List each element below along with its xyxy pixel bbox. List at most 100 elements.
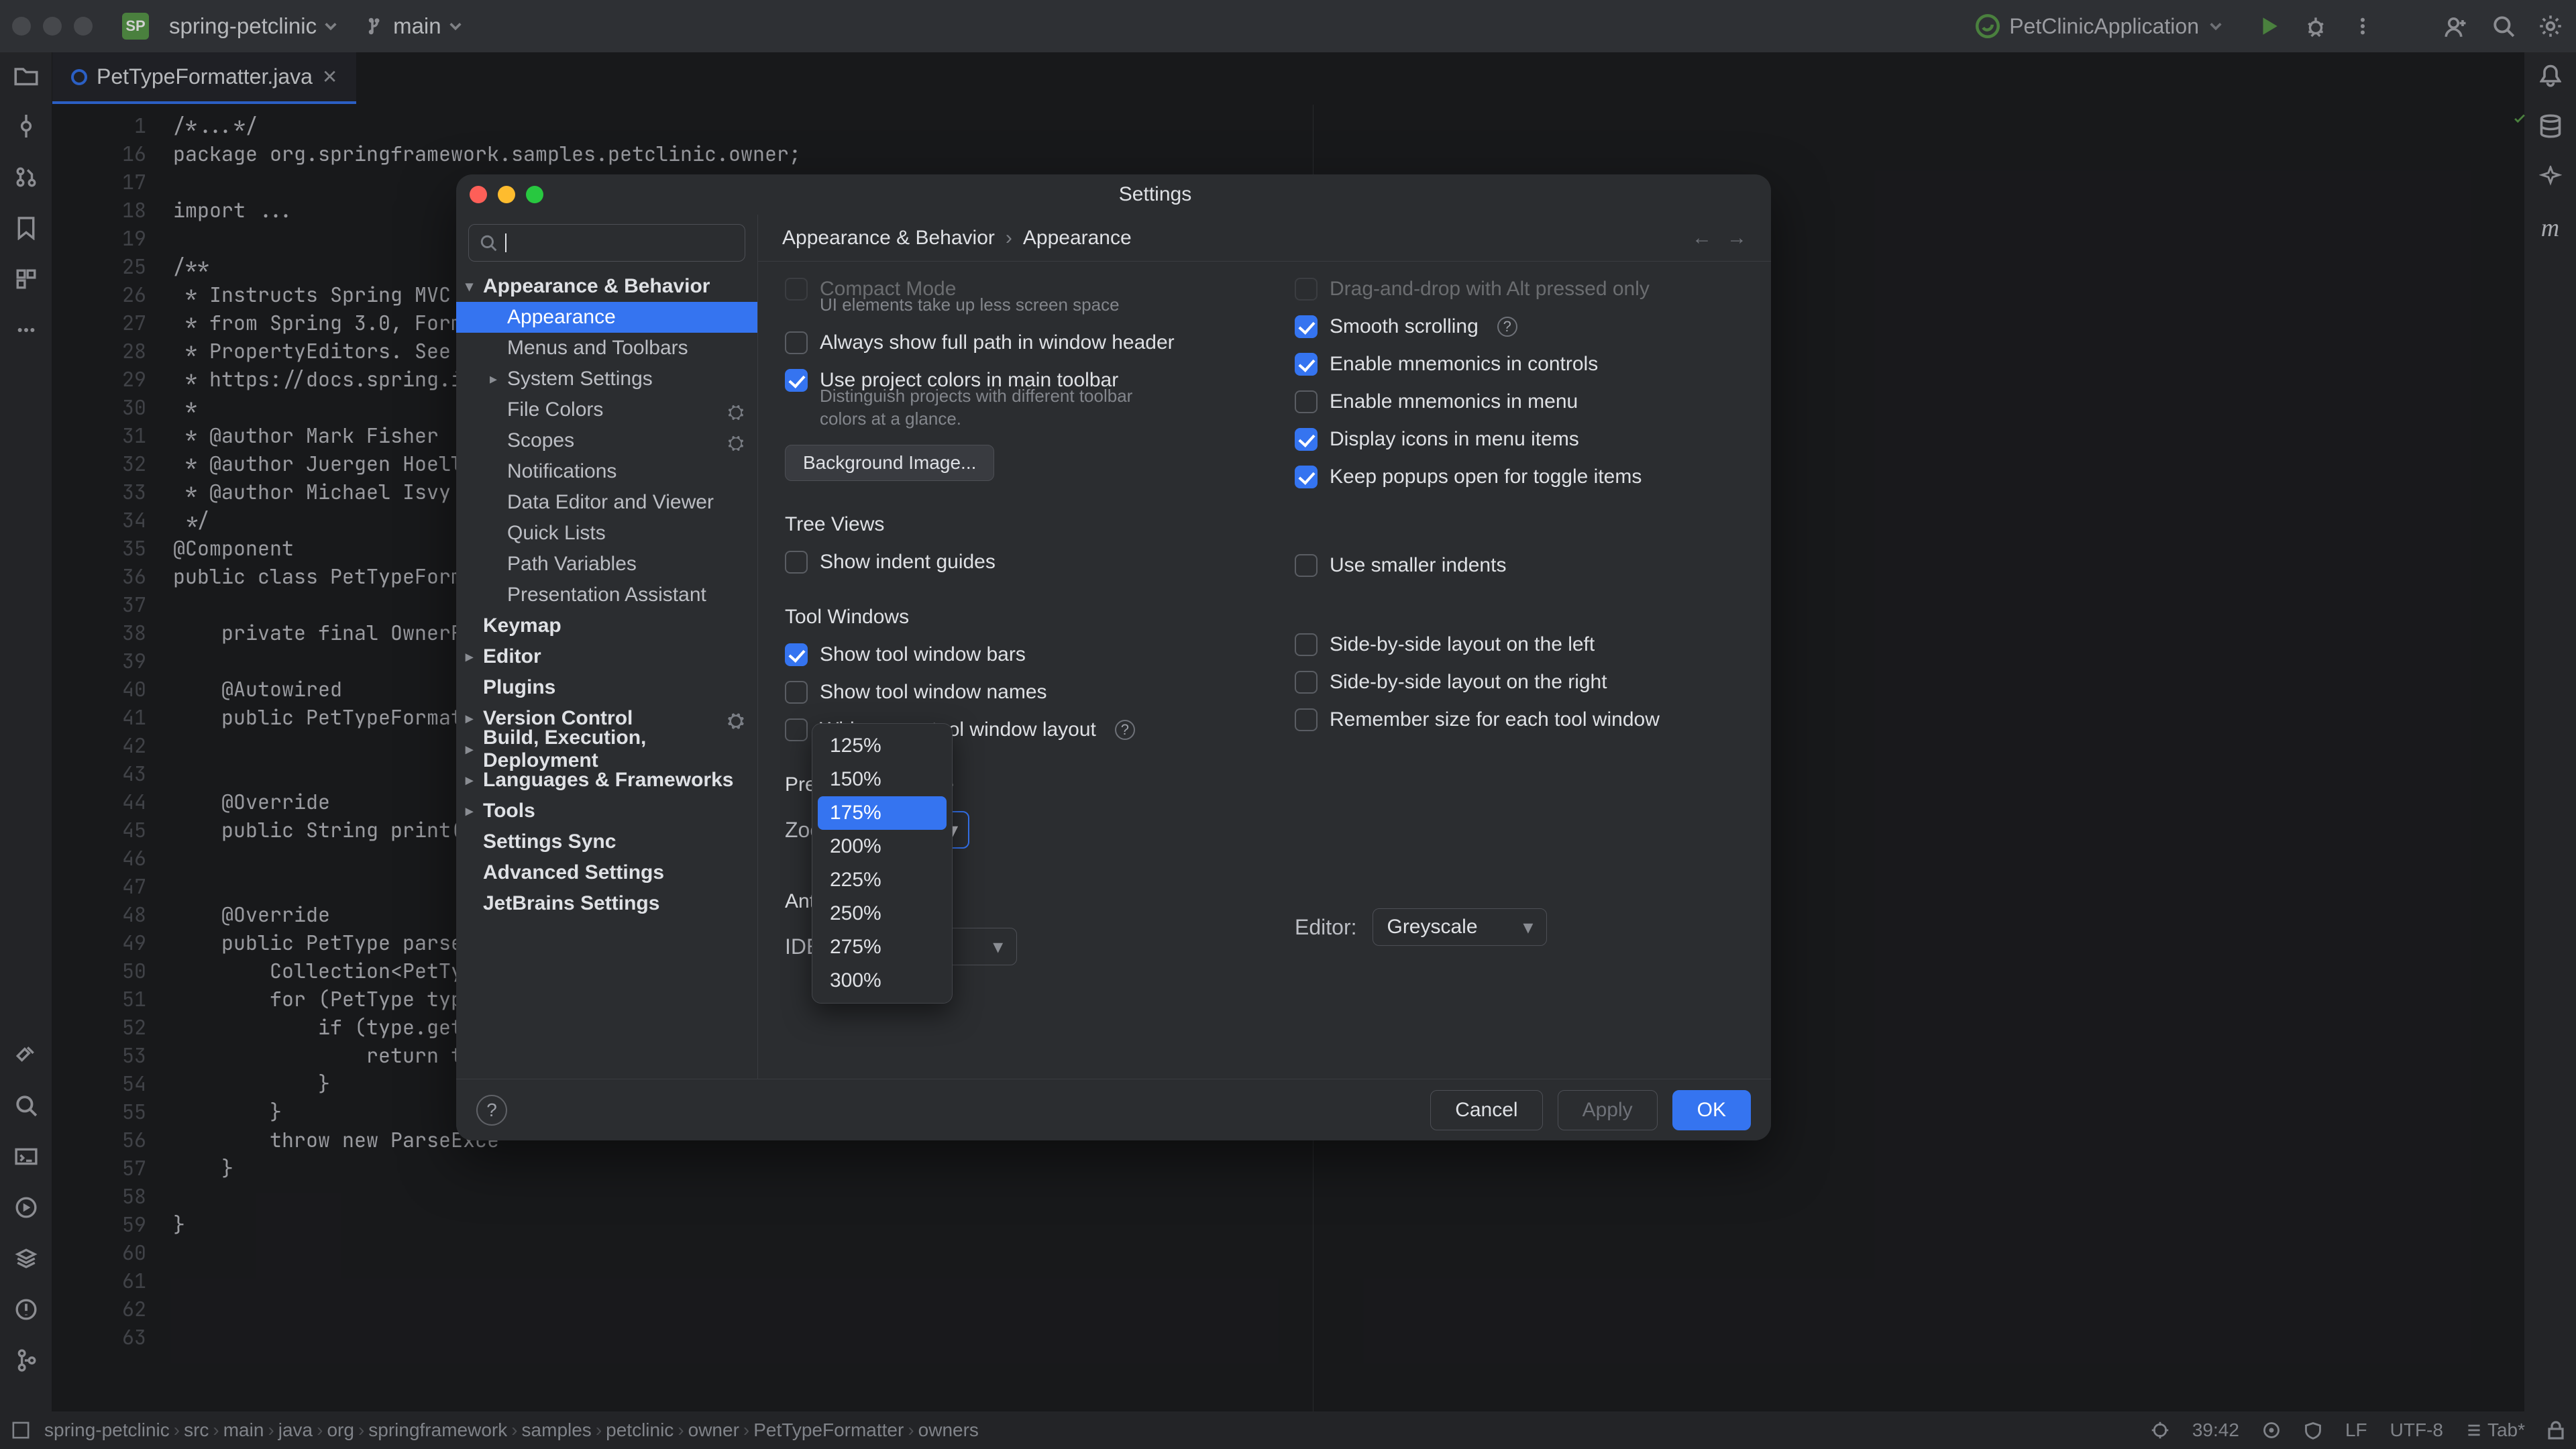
gear-icon: ⛭ (728, 710, 745, 727)
tree-item-label: JetBrains Settings (483, 892, 659, 915)
help-button[interactable]: ? (476, 1095, 507, 1126)
editor-aa-label: Editor: (1295, 915, 1356, 940)
tree-item-label: Quick Lists (507, 522, 606, 545)
dialog-window-controls (470, 186, 543, 203)
smooth-scrolling-checkbox[interactable]: Smooth scrolling ? (1295, 315, 1744, 338)
tree-item-label: Plugins (483, 676, 555, 699)
zoom-option[interactable]: 175% (818, 796, 947, 830)
zoom-option[interactable]: 125% (818, 729, 947, 763)
dialog-close-icon[interactable] (470, 186, 487, 203)
tree-item[interactable]: Appearance (456, 302, 757, 333)
checkbox-label: Show indent guides (820, 551, 996, 574)
nav-back-button[interactable]: ← (1692, 227, 1712, 250)
tree-item-label: Editor (483, 645, 541, 668)
zoom-option[interactable]: 200% (818, 830, 947, 863)
chevron-down-icon: ▾ (993, 935, 1003, 959)
zoom-dropdown-popup: 125%150%175%200%225%250%275%300% (812, 723, 953, 1004)
tree-item-label: Tools (483, 800, 535, 822)
tree-item[interactable]: File Colors⛭ (456, 394, 757, 425)
tree-item[interactable]: Advanced Settings (456, 857, 757, 888)
gear-icon: ⛭ (728, 432, 745, 449)
tree-item[interactable]: ▸Build, Execution, Deployment (456, 734, 757, 765)
tree-item-label: Data Editor and Viewer (507, 491, 714, 514)
editor-aa-select[interactable]: Greyscale ▾ (1373, 908, 1547, 946)
popups-checkbox[interactable]: Keep popups open for toggle items (1295, 466, 1744, 488)
checkbox-label: Side-by-side layout on the right (1330, 671, 1607, 694)
zoom-option[interactable]: 225% (818, 863, 947, 897)
tree-item[interactable]: Settings Sync (456, 826, 757, 857)
compact-mode-checkbox[interactable]: Compact Mode (785, 278, 1234, 301)
checkbox-label: Enable mnemonics in menu (1330, 390, 1578, 413)
help-icon[interactable]: ? (1115, 720, 1135, 740)
tree-item-label: Presentation Assistant (507, 584, 706, 606)
modal-backdrop: Settings ▾Appearance & BehaviorAppearanc… (0, 0, 2576, 1449)
tree-item[interactable]: Notifications (456, 456, 757, 487)
zoom-option[interactable]: 275% (818, 930, 947, 964)
zoom-option[interactable]: 300% (818, 964, 947, 998)
settings-tree[interactable]: ▾Appearance & Behavior Appearance Menus an… (456, 268, 757, 1079)
chevron-right-icon: › (1006, 227, 1012, 250)
breadcrumb-item: Appearance (1023, 227, 1132, 250)
mnemonics-menu-checkbox[interactable]: Enable mnemonics in menu (1295, 390, 1744, 413)
side-left-checkbox[interactable]: Side-by-side layout on the left (1295, 633, 1744, 656)
background-image-button[interactable]: Background Image... (785, 445, 994, 481)
zoom-option[interactable]: 150% (818, 763, 947, 796)
apply-button[interactable]: Apply (1558, 1090, 1658, 1130)
section-tree-views: Tree Views (785, 513, 1234, 536)
cancel-button[interactable]: Cancel (1430, 1090, 1542, 1130)
chevron-down-icon: ▾ (1523, 916, 1533, 939)
settings-dialog: Settings ▾Appearance & BehaviorAppearanc… (456, 174, 1771, 1140)
help-icon[interactable]: ? (1497, 317, 1517, 337)
icons-menu-checkbox[interactable]: Display icons in menu items (1295, 428, 1744, 451)
remember-size-checkbox[interactable]: Remember size for each tool window (1295, 708, 1744, 731)
settings-breadcrumb: Appearance & Behavior › Appearance ← → (758, 215, 1771, 262)
tree-item[interactable]: ▸System Settings (456, 364, 757, 394)
tree-item[interactable]: Path Variables (456, 549, 757, 580)
side-right-checkbox[interactable]: Side-by-side layout on the right (1295, 671, 1744, 694)
tree-item[interactable]: Data Editor and Viewer (456, 487, 757, 518)
tree-item[interactable]: ▸Languages & Frameworks (456, 765, 757, 796)
ok-button[interactable]: OK (1672, 1090, 1751, 1130)
checkbox-label: Smooth scrolling (1330, 315, 1479, 338)
checkbox-label: Use smaller indents (1330, 554, 1506, 577)
breadcrumb-item[interactable]: Appearance & Behavior (782, 227, 995, 250)
dialog-max-icon[interactable] (526, 186, 543, 203)
chevron-right-icon: ▸ (466, 710, 479, 727)
dnd-checkbox[interactable]: Drag-and-drop with Alt pressed only (1295, 278, 1744, 301)
settings-content: Appearance & Behavior › Appearance ← → C… (758, 215, 1771, 1079)
tool-window-bars-checkbox[interactable]: Show tool window bars (785, 643, 1234, 666)
tree-item-label: Advanced Settings (483, 861, 664, 884)
checkbox-label: Keep popups open for toggle items (1330, 466, 1642, 488)
tree-item-label: File Colors (507, 398, 603, 421)
tree-item-label: Appearance (507, 306, 616, 329)
full-path-checkbox[interactable]: Always show full path in window header (785, 331, 1234, 354)
tree-item[interactable]: Quick Lists (456, 518, 757, 549)
tree-item[interactable]: ▾Appearance & Behavior (456, 271, 757, 302)
tree-item[interactable]: Presentation Assistant (456, 580, 757, 610)
checkbox-label: Drag-and-drop with Alt pressed only (1330, 278, 1650, 301)
tree-item[interactable]: JetBrains Settings (456, 888, 757, 919)
checkbox-label: Display icons in menu items (1330, 428, 1579, 451)
settings-right-column: Drag-and-drop with Alt pressed only Smoo… (1295, 278, 1744, 965)
checkbox-label: Compact Mode (820, 278, 956, 301)
tree-item[interactable]: Scopes⛭ (456, 425, 757, 456)
zoom-option[interactable]: 250% (818, 897, 947, 930)
tree-item[interactable]: Menus and Toolbars (456, 333, 757, 364)
nav-forward-button[interactable]: → (1727, 227, 1747, 250)
tree-item-label: Languages & Frameworks (483, 769, 733, 792)
settings-search-input[interactable] (468, 224, 745, 262)
checkbox-label: Always show full path in window header (820, 331, 1175, 354)
checkbox-label: Side-by-side layout on the left (1330, 633, 1595, 656)
tool-window-names-checkbox[interactable]: Show tool window names (785, 681, 1234, 704)
checkbox-label: Show tool window bars (820, 643, 1026, 666)
chevron-right-icon: ▸ (490, 370, 503, 388)
tree-item[interactable]: Plugins (456, 672, 757, 703)
indent-guides-checkbox[interactable]: Show indent guides (785, 551, 1234, 574)
dialog-min-icon[interactable] (498, 186, 515, 203)
mnemonics-controls-checkbox[interactable]: Enable mnemonics in controls (1295, 353, 1744, 376)
tree-item[interactable]: ▸Editor (456, 641, 757, 672)
smaller-indents-checkbox[interactable]: Use smaller indents (1295, 554, 1744, 577)
tree-item[interactable]: Keymap (456, 610, 757, 641)
dialog-title: Settings (553, 183, 1758, 206)
tree-item[interactable]: ▸Tools (456, 796, 757, 826)
